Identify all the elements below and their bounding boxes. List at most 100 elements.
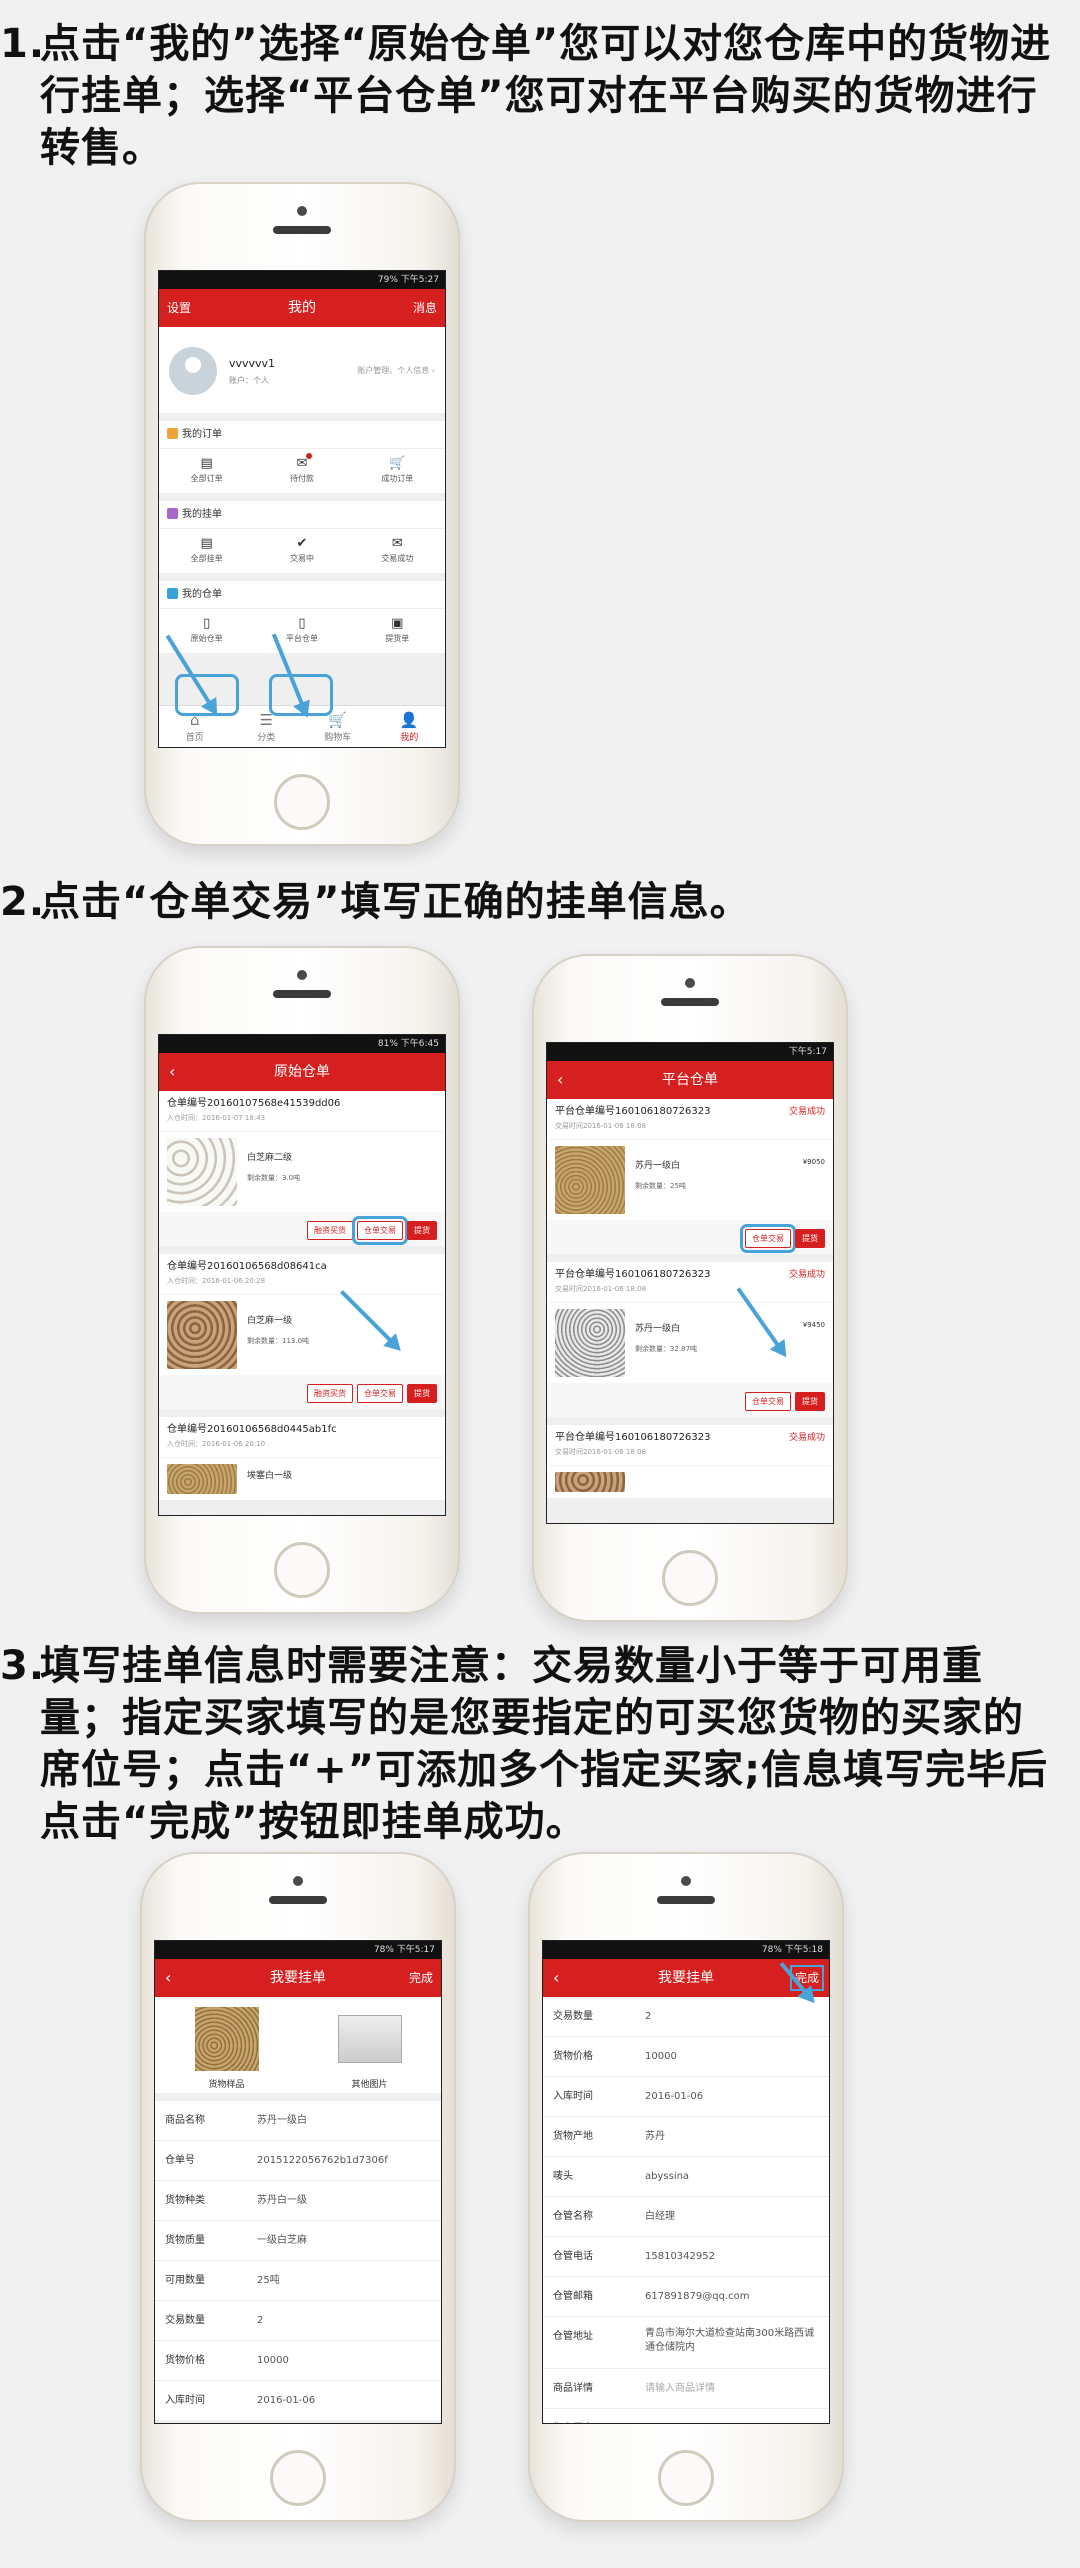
field-value[interactable]: 10000 bbox=[257, 2341, 431, 2380]
field-value[interactable]: 2016-01-06 bbox=[645, 2077, 819, 2116]
home-button[interactable] bbox=[274, 774, 330, 830]
field-value[interactable] bbox=[645, 2409, 819, 2423]
back-icon[interactable]: ‹ bbox=[557, 1061, 563, 1099]
messages-link[interactable]: 消息 bbox=[413, 289, 437, 327]
product-name: 白芝麻一级 bbox=[247, 1316, 293, 1326]
form-row[interactable]: 仓管电话 15810342952 bbox=[543, 2237, 829, 2277]
warehouse-icon bbox=[167, 588, 178, 599]
form-row[interactable]: 货物产地 苏丹 bbox=[543, 2117, 829, 2157]
field-value[interactable]: 10000 bbox=[645, 2037, 819, 2076]
front-camera bbox=[297, 970, 307, 980]
receipt-trade-button[interactable]: 仓单交易 bbox=[352, 1216, 408, 1245]
account-manage-link[interactable]: 账户管理、个人信息 › bbox=[357, 365, 435, 376]
field-value[interactable]: 白经理 bbox=[645, 2197, 819, 2236]
finance-buy-button[interactable]: 融资买货 bbox=[307, 1384, 353, 1403]
field-value[interactable]: 25吨 bbox=[257, 2261, 431, 2300]
receipt-number: 仓单编号20160106568d0445ab1fc bbox=[167, 1424, 337, 1435]
form-row[interactable]: 交易数量 2 bbox=[155, 2301, 441, 2341]
warehouse-header: 我的仓单 bbox=[159, 581, 445, 609]
form-row[interactable]: 可用数量 25吨 bbox=[155, 2261, 441, 2301]
pending-payment-button[interactable]: ✉ 待付款 bbox=[254, 449, 349, 493]
all-listings-button[interactable]: ▤ 全部挂单 bbox=[159, 529, 254, 573]
field-value[interactable]: 617891879@qq.com bbox=[645, 2277, 819, 2316]
receipt-trade-button[interactable]: 仓单交易 bbox=[745, 1392, 791, 1411]
home-button[interactable] bbox=[270, 2450, 326, 2506]
form-row[interactable]: 指定买家 + bbox=[543, 2409, 829, 2424]
form-row[interactable]: 仓单号 2015122056762b1d7306f bbox=[155, 2141, 441, 2181]
field-label: 入库时间 bbox=[553, 2091, 593, 2102]
pickup-button[interactable]: 提货 bbox=[795, 1229, 825, 1248]
sample-image-slot[interactable]: 货物样品 bbox=[155, 2007, 298, 2093]
orders-title: 我的订单 bbox=[182, 429, 222, 440]
home-button[interactable] bbox=[274, 1542, 330, 1598]
chart-icon: ✉ bbox=[391, 536, 403, 551]
form-row[interactable]: 仓管邮箱 617891879@qq.com bbox=[543, 2277, 829, 2317]
pickup-button[interactable]: 提货 bbox=[407, 1221, 437, 1240]
success-orders-button[interactable]: 🛒 成功订单 bbox=[350, 449, 445, 493]
add-buyer-button[interactable]: + bbox=[805, 2423, 817, 2424]
profile-card[interactable]: vvvvvv1 账户：个人 账户管理、个人信息 › bbox=[159, 327, 445, 413]
tab-home-label: 首页 bbox=[185, 733, 204, 743]
product-price: ¥9450 bbox=[802, 1321, 825, 1329]
field-value[interactable]: 苏丹白一级 bbox=[257, 2181, 431, 2220]
form-row[interactable]: 仓管地址 青岛市海尔大道检查站南300米路西诚通仓储院内 bbox=[543, 2317, 829, 2369]
home-button[interactable] bbox=[662, 1550, 718, 1606]
speaker bbox=[657, 1896, 715, 1904]
field-value[interactable]: 苏丹 bbox=[645, 2117, 819, 2156]
delivery-order-button[interactable]: ▣ 提货单 bbox=[350, 609, 445, 653]
field-value[interactable]: 青岛市海尔大道检查站南300米路西诚通仓储院内 bbox=[645, 2317, 819, 2368]
step-3-description: 填写挂单信息时需要注意：交易数量小于等于可用重量；指定买家填写的是您要指定的可买… bbox=[40, 1643, 1049, 1845]
user-name: vvvvvv1 bbox=[229, 357, 276, 370]
form-row[interactable]: 交易数量 2 bbox=[543, 1997, 829, 2037]
speaker bbox=[273, 990, 331, 998]
back-icon[interactable]: ‹ bbox=[553, 1959, 559, 1997]
form-row[interactable]: 入库时间 2016-01-06 bbox=[155, 2381, 441, 2421]
form-row[interactable]: 货物质量 一级白芝麻 bbox=[155, 2221, 441, 2261]
field-value[interactable]: 2015122056762b1d7306f bbox=[257, 2141, 431, 2180]
done-button[interactable]: 完成 bbox=[409, 1959, 433, 1997]
trading-button[interactable]: ✔ 交易中 bbox=[254, 529, 349, 573]
orders-section: 我的订单 ▤ 全部订单 ✉ 待付款 🛒 成功订单 bbox=[159, 421, 445, 493]
field-value[interactable]: abyssina bbox=[645, 2157, 819, 2196]
home-button[interactable] bbox=[658, 2450, 714, 2506]
back-icon[interactable]: ‹ bbox=[169, 1053, 175, 1091]
form-row[interactable]: 货物价格 10000 bbox=[543, 2037, 829, 2077]
form-row[interactable]: 货物种类 苏丹白一级 bbox=[155, 2181, 441, 2221]
form-row[interactable]: 唛头 abyssina bbox=[543, 2157, 829, 2197]
all-orders-label: 全部订单 bbox=[190, 474, 223, 483]
platform-receipt-button[interactable]: ▯ 平台仓单 bbox=[254, 609, 349, 653]
settings-link[interactable]: 设置 bbox=[167, 289, 191, 327]
form-row[interactable]: 商品详情 请输入商品详情 bbox=[543, 2369, 829, 2409]
form-row[interactable]: 入库时间 2016-01-06 bbox=[543, 2077, 829, 2117]
phone-listing-form-1: 78% 下午5:17 ‹ 我要挂单 完成 货物样品 其他图片 商品名称 苏丹一级白 仓… bbox=[140, 1852, 456, 2522]
screen: 78% 下午5:17 ‹ 我要挂单 完成 货物样品 其他图片 商品名称 苏丹一级白 仓… bbox=[154, 1940, 442, 2424]
finance-buy-button[interactable]: 融资买货 bbox=[307, 1221, 353, 1240]
field-value[interactable]: 2 bbox=[257, 2301, 431, 2340]
pickup-button[interactable]: 提货 bbox=[407, 1384, 437, 1403]
other-image-slot[interactable]: 其他图片 bbox=[298, 2007, 441, 2093]
avatar bbox=[169, 347, 217, 395]
front-camera bbox=[685, 978, 695, 988]
field-value[interactable]: 苏丹一级白 bbox=[257, 2101, 431, 2140]
receipt-trade-button[interactable]: 仓单交易 bbox=[740, 1224, 796, 1253]
phone-platform-receipt: 下午5:17 ‹ 平台仓单 交易成功 平台仓单编号160106180726323 交易… bbox=[532, 954, 848, 1622]
field-label: 仓管电话 bbox=[553, 2251, 593, 2262]
trade-success-button[interactable]: ✉ 交易成功 bbox=[350, 529, 445, 573]
product-detail-input[interactable]: 请输入商品详情 bbox=[645, 2369, 819, 2408]
field-value[interactable]: 2016-01-06 bbox=[257, 2381, 431, 2420]
receipt-trade-button[interactable]: 仓单交易 bbox=[357, 1384, 403, 1403]
front-camera bbox=[681, 1876, 691, 1886]
form-row[interactable]: 仓管名称 白经理 bbox=[543, 2197, 829, 2237]
tab-mine[interactable]: 👤 我的 bbox=[374, 706, 446, 747]
back-icon[interactable]: ‹ bbox=[165, 1959, 171, 1997]
product-name: 埃塞白一级 bbox=[247, 1471, 293, 1481]
field-value[interactable]: 15810342952 bbox=[645, 2237, 819, 2276]
delivery-order-label: 提货单 bbox=[385, 634, 410, 643]
check-icon: ✔ bbox=[296, 536, 308, 551]
pickup-button[interactable]: 提货 bbox=[795, 1392, 825, 1411]
form-row[interactable]: 货物价格 10000 bbox=[155, 2341, 441, 2381]
field-value[interactable]: 2 bbox=[645, 1997, 819, 2036]
all-orders-button[interactable]: ▤ 全部订单 bbox=[159, 449, 254, 493]
field-value[interactable]: 一级白芝麻 bbox=[257, 2221, 431, 2260]
form-row[interactable]: 商品名称 苏丹一级白 bbox=[155, 2101, 441, 2141]
